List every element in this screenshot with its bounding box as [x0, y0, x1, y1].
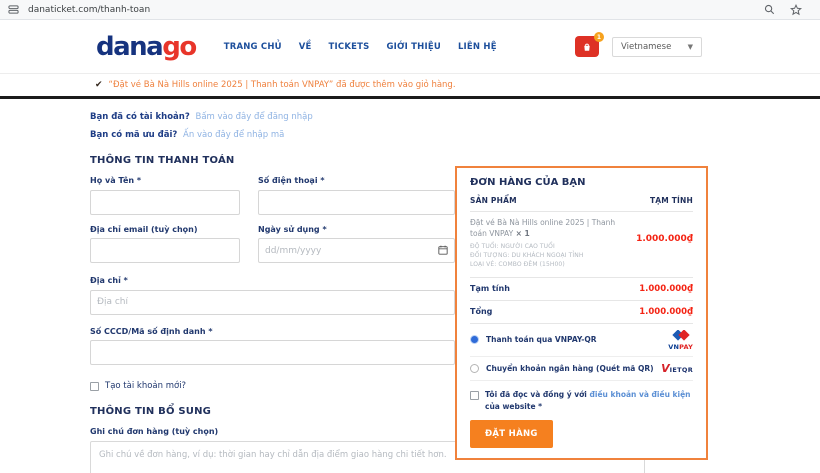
login-link[interactable]: Bấm vào đây để đăng nhập	[195, 112, 312, 122]
bank-transfer-radio[interactable]	[470, 364, 479, 374]
total-value: 1.000.000₫	[639, 306, 693, 317]
email-input[interactable]	[90, 238, 240, 263]
id-input[interactable]	[90, 340, 455, 365]
cart-count-badge: 1	[594, 32, 604, 42]
product-attr-ticket: LOẠI VÉ: COMBO ĐÊM (15H00)	[470, 261, 565, 269]
subtotal-label: Tạm tính	[470, 284, 510, 294]
coupon-prompt: Bạn có mã ưu đãi? Ấn vào đây để nhập mã	[90, 130, 820, 140]
order-panel-title: ĐƠN HÀNG CỦA BẠN	[470, 177, 586, 188]
email-label: Địa chỉ email (tuỳ chọn)	[90, 224, 198, 234]
logo-part-1: dana	[96, 31, 164, 62]
vnpay-radio[interactable]	[470, 335, 479, 345]
main-nav: TRANG CHỦ VỀ TICKETS GIỚI THIỆU LIÊN HỆ	[224, 42, 497, 52]
address-field-group: Địa chỉ *	[90, 276, 455, 315]
terms-prefix: Tôi đã đọc và đồng ý với	[485, 390, 587, 400]
name-input[interactable]	[90, 189, 240, 215]
login-prompt-text: Bạn đã có tài khoản?	[90, 112, 190, 122]
payment-option-bank[interactable]: Chuyển khoản ngân hàng (Quét mã QR) V IE…	[470, 357, 693, 382]
id-label: Số CCCD/Mã số định danh *	[90, 326, 213, 336]
phone-label: Số điện thoại *	[258, 176, 325, 185]
nav-item-tickets[interactable]: TICKETS	[329, 42, 370, 52]
terms-checkbox[interactable]	[470, 391, 479, 401]
terms-link[interactable]: điều khoản và điều kiện	[590, 390, 691, 399]
vnpay-word-pay: PAY	[679, 342, 693, 351]
order-summary-panel: ĐƠN HÀNG CỦA BẠN SẢN PHẨM TẠM TÍNH Đặt v…	[455, 166, 708, 461]
site-header: danago TRANG CHỦ VỀ TICKETS GIỚI THIỆU L…	[0, 20, 820, 74]
terms-text: Tôi đã đọc và đồng ý với điều khoản và đ…	[485, 389, 693, 412]
name-label: Họ và Tên *	[90, 176, 142, 185]
checkout-main: Bạn đã có tài khoản? Bấm vào đây để đăng…	[0, 99, 820, 473]
nav-item-ve[interactable]: VỀ	[299, 42, 312, 52]
check-icon: ✔	[95, 80, 103, 90]
vietqr-word-v: V	[661, 362, 670, 376]
product-name: Đặt vé Bà Nà Hills online 2025 | Thanh t…	[470, 218, 616, 238]
billing-section-title: THÔNG TIN THANH TOÁN	[90, 155, 235, 166]
product-quantity: × 1	[515, 228, 530, 238]
vnpay-option-label: Thanh toán qua VNPAY-QR	[486, 335, 597, 345]
bookmark-star-icon[interactable]	[790, 3, 802, 16]
phone-input[interactable]	[258, 189, 455, 215]
product-column-header: SẢN PHẨM	[470, 196, 517, 205]
chevron-down-icon: ▼	[687, 42, 693, 51]
name-field-group: Họ và Tên *	[90, 166, 240, 215]
create-account-checkbox[interactable]	[90, 381, 99, 391]
vietqr-logo: V IETQR	[661, 363, 693, 374]
cart-button[interactable]: 1	[575, 32, 604, 57]
date-label: Ngày sử dụng *	[258, 224, 327, 234]
date-field-group: Ngày sử dụng *	[258, 215, 455, 263]
terms-row: Tôi đã đọc và đồng ý với điều khoản và đ…	[470, 389, 693, 412]
vnpay-mark-icon	[671, 329, 690, 341]
vnpay-logo: VNPAY	[668, 329, 693, 351]
language-select[interactable]: Vietnamese ▼	[612, 36, 702, 57]
notice-message: “Đặt vé Bà Nà Hills online 2025 | Thanh …	[108, 80, 456, 90]
usage-date-input[interactable]	[258, 238, 455, 263]
zoom-icon[interactable]	[764, 4, 775, 15]
bank-option-label: Chuyển khoản ngân hàng (Quét mã QR)	[486, 364, 654, 374]
tab-search-icon[interactable]	[8, 4, 19, 15]
nav-item-lien-he[interactable]: LIÊN HỆ	[458, 42, 497, 52]
nav-item-gioi-thieu[interactable]: GIỚI THIỆU	[386, 42, 440, 52]
order-table-header: SẢN PHẨM TẠM TÍNH	[470, 196, 693, 212]
email-field-group: Địa chỉ email (tuỳ chọn)	[90, 215, 240, 263]
login-prompt: Bạn đã có tài khoản? Bấm vào đây để đăng…	[90, 112, 820, 122]
coupon-link[interactable]: Ấn vào đây để nhập mã	[183, 130, 284, 140]
subtotal-value: 1.000.000₫	[639, 283, 693, 294]
vnpay-word-vn: VN	[668, 342, 680, 351]
browser-address-bar: danaticket.com/thanh-toan	[0, 0, 820, 20]
language-selected-value: Vietnamese	[621, 41, 672, 52]
calendar-icon[interactable]	[438, 245, 448, 255]
subtotal-column-header: TẠM TÍNH	[649, 196, 693, 205]
total-row: Tổng 1.000.000₫	[470, 301, 693, 324]
order-product-row: Đặt vé Bà Nà Hills online 2025 | Thanh t…	[470, 212, 693, 278]
address-label: Địa chỉ *	[90, 276, 128, 285]
payment-option-vnpay[interactable]: Thanh toán qua VNPAY-QR VNPAY	[470, 324, 693, 358]
product-attr-target: ĐỐI TƯỢNG: DU KHÁCH NGOẠI TỈNH	[470, 252, 584, 260]
subtotal-row: Tạm tính 1.000.000₫	[470, 278, 693, 301]
place-order-button[interactable]: ĐẶT HÀNG	[470, 420, 553, 449]
logo-part-2: go	[162, 31, 197, 62]
terms-suffix: của website *	[485, 401, 543, 411]
create-account-label: Tạo tài khoản mới?	[105, 381, 187, 391]
total-label: Tổng	[470, 307, 493, 317]
cart-notice: ✔ “Đặt vé Bà Nà Hills online 2025 | Than…	[0, 74, 820, 96]
vietqr-word-rest: IETQR	[669, 366, 693, 375]
product-attr-age: ĐỘ TUỔI: NGƯỜI CAO TUỔI	[470, 242, 555, 250]
cart-icon	[581, 41, 593, 53]
id-field-group: Số CCCD/Mã số định danh *	[90, 326, 455, 365]
url-text[interactable]: danaticket.com/thanh-toan	[28, 5, 150, 15]
nav-item-trang-chu[interactable]: TRANG CHỦ	[224, 42, 282, 52]
phone-field-group: Số điện thoại *	[258, 166, 455, 215]
address-input[interactable]	[90, 289, 455, 315]
product-price: 1.000.000₫	[636, 234, 693, 244]
coupon-prompt-text: Bạn có mã ưu đãi?	[90, 130, 178, 140]
site-logo[interactable]: danago	[96, 31, 197, 62]
